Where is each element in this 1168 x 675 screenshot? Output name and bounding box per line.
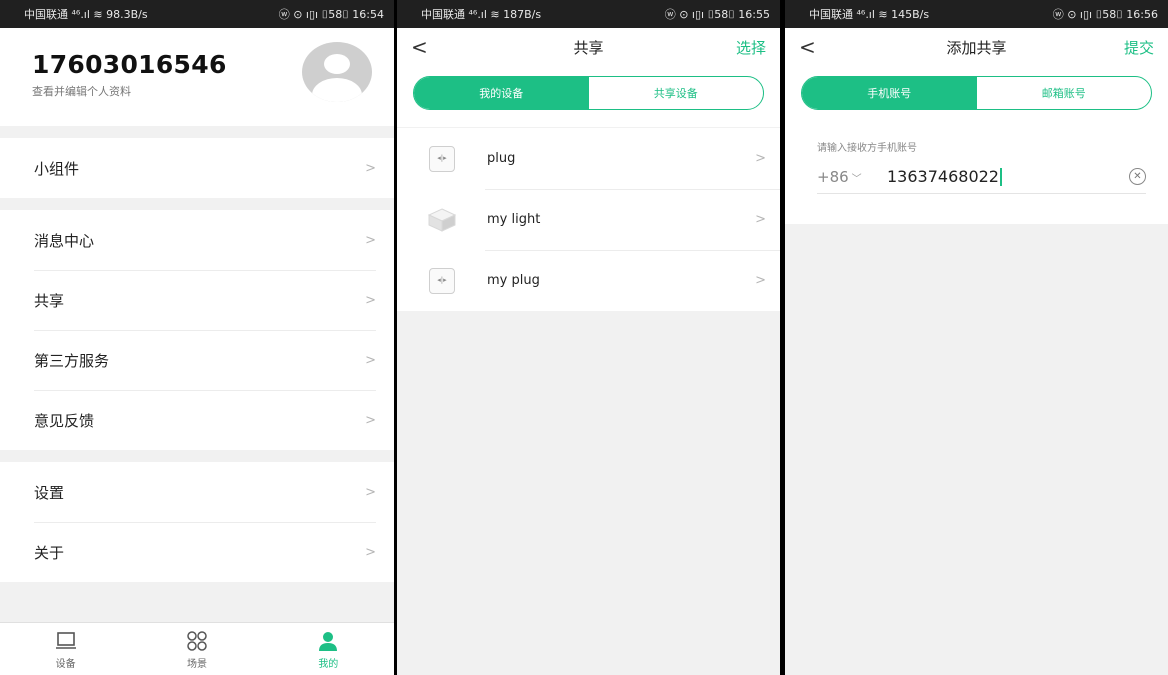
tab-mine[interactable]: 我的 [263,623,394,675]
chevron-right-icon: > [365,544,376,560]
status-right: ⓦ ⊙ ı▯ı ⌷58⌷ 16:54 [278,8,384,21]
menu-item-widgets[interactable]: 小组件 > [0,138,394,198]
select-button[interactable]: 选择 [736,37,766,58]
chevron-down-icon: ﹀ [851,173,862,185]
segmented-control: 手机账号 邮箱账号 [801,76,1152,110]
device-list: ◂|▸ plug > my light > ◂|▸ my plug > [397,128,780,311]
phone-form: 请输入接收方手机账号 +86 ﹀ 13637468022 ✕ [785,127,1168,224]
tab-scenes[interactable]: 场景 [131,623,262,675]
menu-item-label: 消息中心 [34,231,95,250]
country-code: +86 [817,167,849,186]
menu-item-about[interactable]: 关于 > [0,522,394,582]
share-screen: 中国联通 ⁴⁶.ıl ≋ 187B/s ⓦ ⊙ ı▯ı ⌷58⌷ 16:55 <… [397,0,780,675]
segmented-control: 我的设备 共享设备 [413,76,764,110]
chevron-right-icon: > [365,412,376,428]
tab-shared-devices[interactable]: 共享设备 [589,77,764,109]
tab-label: 我的 [318,658,339,670]
country-code-select[interactable]: +86 ﹀ [817,168,887,186]
device-name: my light [487,212,541,227]
back-arrow-icon[interactable]: < [411,35,461,59]
device-row[interactable]: my light > [397,189,780,250]
tab-phone-account[interactable]: 手机账号 [802,77,977,109]
menu-group-settings: 设置 > 关于 > [0,462,394,582]
device-name: my plug [487,273,540,288]
device-name: plug [487,151,516,166]
text-cursor [999,168,1002,187]
user-icon [317,629,339,653]
phone-input-value: 13637468022 [887,166,999,186]
menu-item-label: 第三方服务 [34,351,110,370]
menu-group-widgets: 小组件 > [0,138,394,198]
tab-label: 场景 [186,658,207,670]
menu-item-label: 设置 [34,483,65,502]
avatar-body-icon [312,78,362,102]
chevron-right-icon: > [365,484,376,500]
laptop-icon [55,629,77,653]
light-box-icon [427,205,457,235]
tab-devices[interactable]: 设备 [0,623,131,675]
status-left: 中国联通 ⁴⁶.ıl ≋ 98.3B/s [24,8,148,21]
clear-icon[interactable]: ✕ [1129,168,1146,185]
plug-icon: ◂|▸ [429,145,455,172]
bottom-tab-bar: 设备 场景 我的 [0,622,394,675]
avatar[interactable] [302,42,372,102]
nav-bar: < 共享 选择 [397,28,780,66]
device-row[interactable]: ◂|▸ plug > [397,128,780,189]
segmented-control-wrap: 我的设备 共享设备 [397,66,780,127]
field-label: 请输入接收方手机账号 [817,143,917,154]
chevron-right-icon: > [755,151,766,166]
status-bar: 中国联通 ⁴⁶.ıl ≋ 98.3B/s ⓦ ⊙ ı▯ı ⌷58⌷ 16:54 [0,0,394,28]
phone-input[interactable]: 13637468022 [887,167,1129,187]
status-left: 中国联通 ⁴⁶.ıl ≋ 187B/s [421,8,542,21]
plug-icon: ◂|▸ [429,267,455,294]
chevron-right-icon: > [365,352,376,368]
back-arrow-icon[interactable]: < [799,35,849,59]
menu-item-third-party[interactable]: 第三方服务 > [0,330,394,390]
menu-item-feedback[interactable]: 意见反馈 > [0,390,394,450]
status-bar: 中国联通 ⁴⁶.ıl ≋ 145B/s ⓦ ⊙ ı▯ı ⌷58⌷ 16:56 [785,0,1168,28]
profile-screen: 中国联通 ⁴⁶.ıl ≋ 98.3B/s ⓦ ⊙ ı▯ı ⌷58⌷ 16:54 … [0,0,394,675]
chevron-right-icon: > [365,232,376,248]
chevron-right-icon: > [755,273,766,288]
menu-item-messages[interactable]: 消息中心 > [0,210,394,270]
status-right: ⓦ ⊙ ı▯ı ⌷58⌷ 16:56 [1052,8,1158,21]
tab-label: 设备 [55,658,76,670]
menu-item-label: 意见反馈 [34,411,95,430]
menu-item-label: 关于 [34,543,65,562]
avatar-head-icon [324,54,350,74]
chevron-right-icon: > [365,292,376,308]
status-right: ⓦ ⊙ ı▯ı ⌷58⌷ 16:55 [664,8,770,21]
status-left: 中国联通 ⁴⁶.ıl ≋ 145B/s [809,8,930,21]
menu-item-label: 小组件 [34,159,80,178]
menu-item-share[interactable]: 共享 > [0,270,394,330]
phone-input-row: +86 ﹀ 13637468022 ✕ [817,160,1146,194]
profile-header[interactable]: 17603016546 查看并编辑个人资料 [0,28,394,126]
add-share-screen: 中国联通 ⁴⁶.ıl ≋ 145B/s ⓦ ⊙ ı▯ı ⌷58⌷ 16:56 <… [785,0,1168,675]
menu-group-main: 消息中心 > 共享 > 第三方服务 > 意见反馈 > [0,210,394,450]
tab-my-devices[interactable]: 我的设备 [414,77,589,109]
segmented-control-wrap: 手机账号 邮箱账号 [785,66,1168,127]
menu-item-settings[interactable]: 设置 > [0,462,394,522]
menu-item-label: 共享 [34,291,65,310]
chevron-right-icon: > [755,212,766,227]
nav-bar: < 添加共享 提交 [785,28,1168,66]
chevron-right-icon: > [365,160,376,176]
scenes-grid-icon [186,629,208,653]
submit-button[interactable]: 提交 [1124,37,1154,58]
status-bar: 中国联通 ⁴⁶.ıl ≋ 187B/s ⓦ ⊙ ı▯ı ⌷58⌷ 16:55 [397,0,780,28]
device-row[interactable]: ◂|▸ my plug > [397,250,780,311]
tab-email-account[interactable]: 邮箱账号 [977,77,1152,109]
